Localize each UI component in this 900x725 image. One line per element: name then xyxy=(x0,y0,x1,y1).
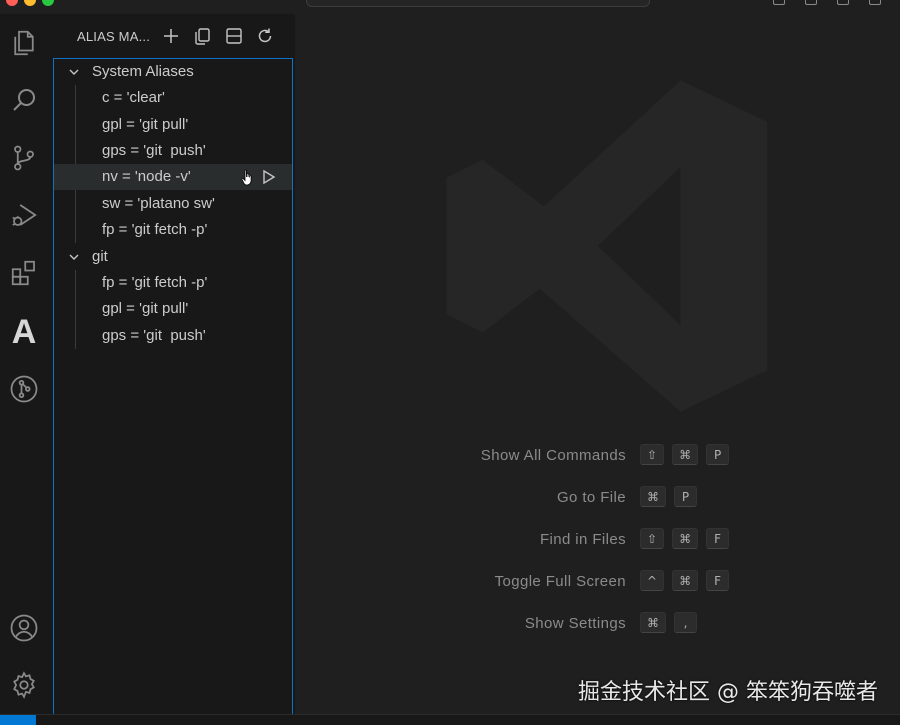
alias-tree: System Aliases c = 'clear' gpl = 'git pu… xyxy=(53,58,293,715)
shortcut-toggle-full-screen: Toggle Full Screen ^ ⌘ F xyxy=(295,570,900,594)
toggle-sidebar-icon[interactable] xyxy=(773,0,785,5)
git-graph-icon[interactable] xyxy=(8,373,40,405)
alias-label: gps = 'git push' xyxy=(102,142,206,159)
alias-label: nv = 'node -v' xyxy=(102,168,191,185)
keybinding: ⌘ P xyxy=(640,486,697,507)
key-cap: , xyxy=(674,612,697,633)
tree-item[interactable]: fp = 'git fetch -p' xyxy=(54,270,292,296)
chevron-down-icon xyxy=(69,254,79,260)
key-cap: P xyxy=(706,444,730,465)
run-debug-icon[interactable] xyxy=(8,199,40,231)
tree-group-label: System Aliases xyxy=(92,63,194,80)
keybinding: ⇧ ⌘ P xyxy=(640,444,730,465)
sidebar-title: ALIAS MA... xyxy=(77,29,151,44)
tree-item[interactable]: gps = 'git push' xyxy=(54,138,292,164)
key-cap: ⌘ xyxy=(672,444,699,465)
shortcut-label: Toggle Full Screen xyxy=(494,573,626,590)
shortcut-label: Show Settings xyxy=(524,615,626,632)
key-cap: F xyxy=(706,528,730,549)
toggle-panel-icon[interactable] xyxy=(805,0,817,5)
alias-label: gpl = 'git pull' xyxy=(102,300,189,317)
shortcut-label: Go to File xyxy=(556,489,626,506)
shortcut-label: Show All Commands xyxy=(480,447,626,464)
shortcut-go-to-file: Go to File ⌘ P xyxy=(295,486,900,510)
key-cap: ⇧ xyxy=(640,444,665,465)
refresh-icon[interactable] xyxy=(254,25,276,47)
settings-gear-icon[interactable] xyxy=(8,669,40,701)
account-icon[interactable] xyxy=(8,612,40,644)
shortcut-label: Find in Files xyxy=(539,531,626,548)
search-icon[interactable] xyxy=(8,84,40,116)
editor-empty-area: Show All Commands ⇧ ⌘ P Go to File ⌘ P F… xyxy=(295,14,900,714)
key-cap: P xyxy=(674,486,697,507)
minimize-window-button[interactable] xyxy=(24,0,36,6)
collapse-all-icon[interactable] xyxy=(223,25,245,47)
site-watermark: 掘金技术社区 @ 笨笨狗吞噬者 xyxy=(578,680,878,705)
tree-item[interactable]: gpl = 'git pull' xyxy=(54,112,292,138)
tree-group-label: git xyxy=(92,248,108,265)
explorer-icon[interactable] xyxy=(8,27,40,59)
key-cap: ^ xyxy=(640,570,665,591)
close-window-button[interactable] xyxy=(6,0,18,6)
tree-group-system-aliases[interactable]: System Aliases xyxy=(54,59,292,85)
tree-item[interactable]: sw = 'platano sw' xyxy=(54,191,292,217)
sidebar-header: ALIAS MA... xyxy=(48,14,295,58)
extensions-icon[interactable] xyxy=(8,257,40,289)
add-icon[interactable] xyxy=(160,25,182,47)
keybinding: ⇧ ⌘ F xyxy=(640,528,730,549)
key-cap: ⌘ xyxy=(640,612,666,633)
keybinding: ^ ⌘ F xyxy=(640,570,730,591)
title-bar xyxy=(0,0,900,14)
zoom-window-button[interactable] xyxy=(42,0,54,6)
alias-label: gpl = 'git pull' xyxy=(102,116,189,133)
alias-manager-sidebar: ALIAS MA... System Aliases c = 'clear' g… xyxy=(48,14,295,715)
status-bar xyxy=(0,714,900,725)
customize-layout-icon[interactable] xyxy=(869,0,881,5)
alias-label: fp = 'git fetch -p' xyxy=(102,221,208,238)
vscode-logo-watermark-icon xyxy=(446,80,767,412)
tree-group-git[interactable]: git xyxy=(54,244,292,270)
chevron-down-icon xyxy=(69,69,79,75)
alias-label: c = 'clear' xyxy=(102,89,165,106)
activity-bar: A xyxy=(0,14,48,714)
command-center[interactable] xyxy=(306,0,650,7)
tree-item[interactable]: fp = 'git fetch -p' xyxy=(54,217,292,243)
keybinding: ⌘ , xyxy=(640,612,697,633)
remote-indicator-button[interactable] xyxy=(0,715,36,725)
run-alias-icon[interactable] xyxy=(259,168,277,186)
tree-item-hovered[interactable]: nv = 'node -v' xyxy=(54,164,292,190)
hand-cursor-icon xyxy=(241,169,252,186)
shortcut-find-in-files: Find in Files ⇧ ⌘ F xyxy=(295,528,900,552)
tree-item[interactable]: gps = 'git push' xyxy=(54,323,292,349)
key-cap: F xyxy=(706,570,730,591)
copy-icon[interactable] xyxy=(191,25,213,47)
key-cap: ⌘ xyxy=(672,528,699,549)
alias-manager-icon[interactable]: A xyxy=(8,315,40,349)
shortcut-show-all-commands: Show All Commands ⇧ ⌘ P xyxy=(295,444,900,468)
tree-item[interactable]: c = 'clear' xyxy=(54,85,292,111)
shortcut-show-settings: Show Settings ⌘ , xyxy=(295,612,900,636)
alias-label: fp = 'git fetch -p' xyxy=(102,274,208,291)
alias-label: gps = 'git push' xyxy=(102,327,206,344)
key-cap: ⌘ xyxy=(640,486,666,507)
tree-item[interactable]: gpl = 'git pull' xyxy=(54,296,292,322)
toggle-secondary-sidebar-icon[interactable] xyxy=(837,0,849,5)
key-cap: ⌘ xyxy=(672,570,699,591)
alias-label: sw = 'platano sw' xyxy=(102,195,215,212)
source-control-icon[interactable] xyxy=(8,142,40,174)
key-cap: ⇧ xyxy=(640,528,665,549)
